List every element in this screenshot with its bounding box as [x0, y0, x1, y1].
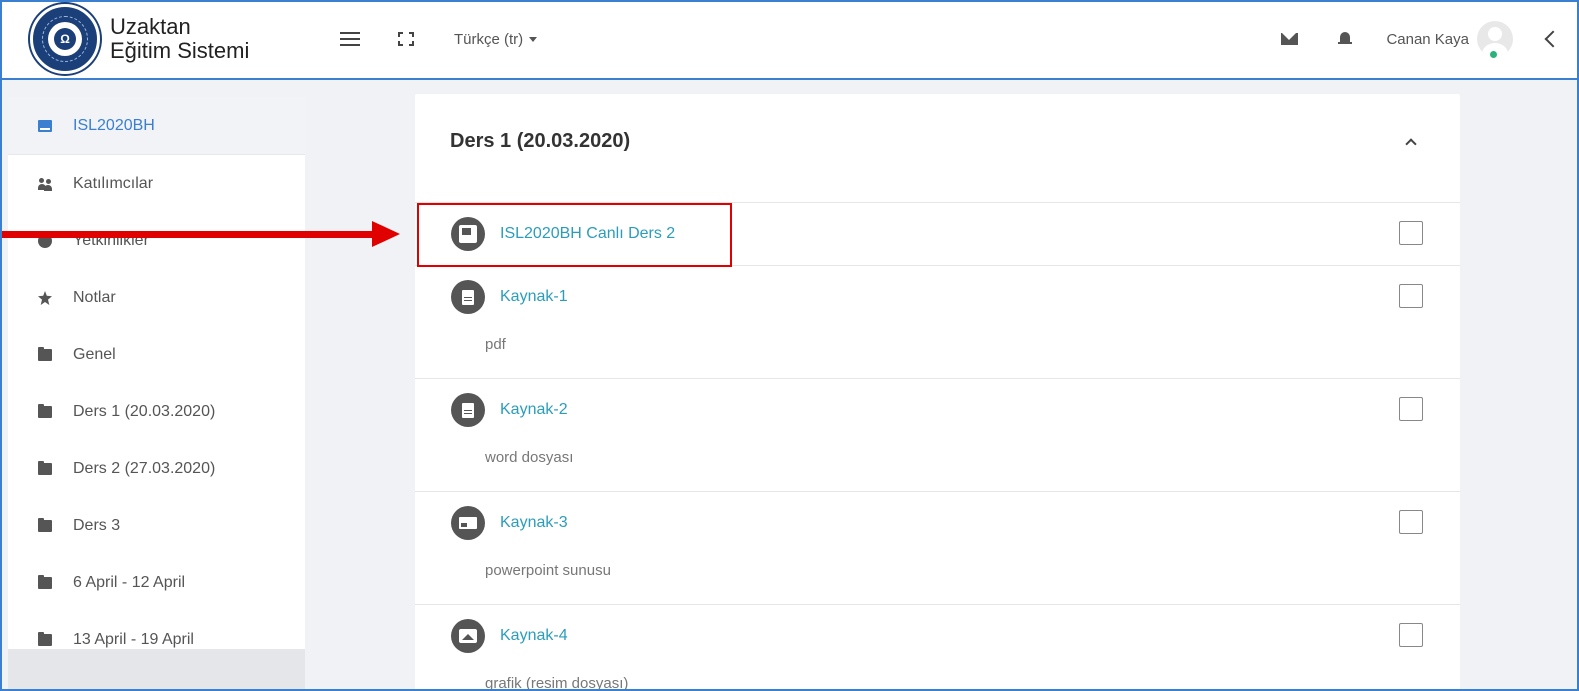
sidebar-item-ders-2[interactable]: Ders 2 (27.03.2020): [8, 440, 305, 497]
sidebar-item-participants[interactable]: Katılımcılar: [8, 155, 305, 212]
folder-icon: [38, 460, 52, 475]
sidebar-item-label: 6 April - 12 April: [73, 573, 186, 591]
annotation-arrow: [0, 231, 376, 238]
envelope-icon[interactable]: [1281, 33, 1299, 45]
language-label: Türkçe (tr): [454, 30, 524, 48]
users-icon: [38, 177, 52, 190]
folder-icon: [38, 346, 52, 361]
sidebar-item-label: 13 April - 19 April: [73, 630, 194, 648]
user-name[interactable]: Canan Kaya: [1386, 31, 1469, 48]
activity-description: powerpoint sunusu: [485, 562, 611, 579]
sidebar: ISL2020BH Katılımcılar Yetkinlikler Notl…: [8, 97, 305, 649]
chevron-up-icon[interactable]: [1405, 138, 1417, 150]
activity-description: pdf: [485, 336, 506, 353]
star-icon: [38, 290, 52, 305]
activity-row: Kaynak-3 powerpoint sunusu: [415, 491, 1460, 604]
activity-link[interactable]: Kaynak-4: [500, 627, 568, 645]
chevron-left-icon[interactable]: [1544, 30, 1562, 48]
university-logo: Ω: [30, 4, 100, 74]
folder-icon: [38, 574, 52, 589]
sidebar-item-ders-3[interactable]: Ders 3: [8, 497, 305, 554]
document-icon: [451, 280, 485, 314]
sidebar-item-general[interactable]: Genel: [8, 326, 305, 383]
activity-description: grafik (resim dosyası): [485, 675, 629, 691]
activity-link[interactable]: Kaynak-2: [500, 401, 568, 419]
sidebar-item-label: Ders 3: [73, 516, 121, 534]
activity-description: word dosyası: [485, 449, 574, 466]
fullscreen-icon[interactable]: [398, 32, 414, 46]
presentation-icon: [451, 506, 485, 540]
sidebar-item-ders-1[interactable]: Ders 1 (20.03.2020): [8, 383, 305, 440]
activity-row: Kaynak-2 word dosyası: [415, 378, 1460, 491]
sidebar-item-label: ISL2020BH: [73, 116, 155, 134]
sidebar-item-label: Notlar: [73, 288, 116, 306]
top-navbar: Ω Uzaktan Eğitim Sistemi Türkçe (tr) Can…: [0, 0, 1579, 80]
completion-checkbox[interactable]: [1399, 284, 1423, 308]
book-icon: [38, 119, 52, 132]
sidebar-item-label: Ders 2 (27.03.2020): [73, 459, 216, 477]
site-name: Uzaktan Eğitim Sistemi: [110, 15, 249, 63]
completion-checkbox[interactable]: [1399, 221, 1423, 245]
activity-row: Kaynak-1 pdf: [415, 265, 1460, 378]
activity-row: Kaynak-4 grafik (resim dosyası): [415, 604, 1460, 691]
section-card: Ders 1 (20.03.2020) ISL2020BH Canlı Ders…: [415, 94, 1460, 691]
annotation-arrow-head: [372, 221, 400, 247]
activity-link[interactable]: Kaynak-1: [500, 288, 568, 306]
sidebar-item-week-apr-6[interactable]: 6 April - 12 April: [8, 554, 305, 611]
image-icon: [451, 619, 485, 653]
sidebar-item-label: Genel: [73, 345, 116, 363]
annotation-highlight-box: [417, 203, 732, 267]
completion-checkbox[interactable]: [1399, 623, 1423, 647]
completion-checkbox[interactable]: [1399, 397, 1423, 421]
activity-link[interactable]: Kaynak-3: [500, 514, 568, 532]
bell-icon[interactable]: [1338, 32, 1353, 46]
site-name-line2: Eğitim Sistemi: [110, 38, 250, 63]
site-name-line1: Uzaktan: [110, 14, 191, 39]
sidebar-item-label: Katılımcılar: [73, 174, 154, 192]
online-status-dot: [1490, 51, 1497, 58]
section-title: Ders 1 (20.03.2020): [450, 130, 631, 152]
sidebar-footer: [8, 649, 305, 691]
sidebar-item-label: Ders 1 (20.03.2020): [73, 402, 216, 420]
document-icon: [451, 393, 485, 427]
folder-icon: [38, 517, 52, 532]
brand[interactable]: Ω Uzaktan Eğitim Sistemi: [30, 4, 330, 74]
language-selector[interactable]: Türkçe (tr): [454, 30, 538, 48]
folder-icon: [38, 403, 52, 418]
caret-down-icon: [529, 36, 538, 42]
menu-toggle-icon[interactable]: [340, 32, 360, 46]
folder-icon: [38, 631, 52, 646]
sidebar-item-course[interactable]: ISL2020BH: [8, 97, 305, 155]
sidebar-item-grades[interactable]: Notlar: [8, 269, 305, 326]
sidebar-item-competencies[interactable]: Yetkinlikler: [8, 212, 305, 269]
completion-checkbox[interactable]: [1399, 510, 1423, 534]
